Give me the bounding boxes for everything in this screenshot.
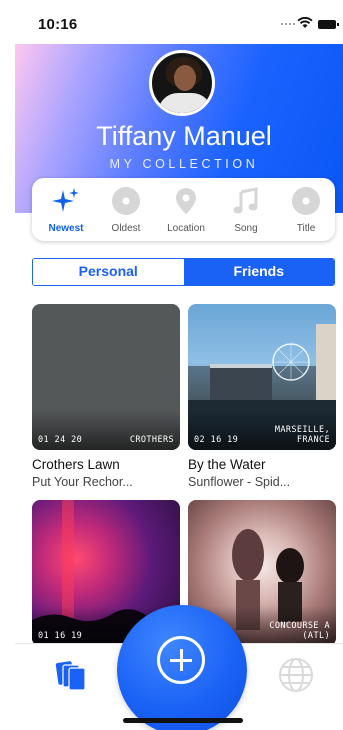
card-date: 02 16 19: [194, 435, 239, 445]
memory-card[interactable]: 02 16 19 MARSEILLE, FRANCE: [188, 304, 336, 450]
music-note-icon: [233, 187, 258, 214]
card-title: Crothers Lawn: [32, 457, 120, 472]
card-title: By the Water: [188, 457, 266, 472]
collection-segmented-control: Personal Friends: [32, 258, 335, 286]
globe-icon[interactable]: [277, 656, 315, 694]
disc-icon: [112, 187, 140, 215]
memory-card[interactable]: 01 24 20 CROTHERS: [32, 304, 180, 450]
sort-title[interactable]: Title: [276, 178, 336, 241]
card-date: 01 24 20: [38, 435, 83, 445]
card-location: MARSEILLE, FRANCE: [274, 425, 330, 445]
app-screen: 10:16 Tiffany Manuel MY COLLECTION Newes…: [15, 0, 343, 730]
signal-icon: [281, 23, 295, 27]
battery-icon: [318, 20, 339, 29]
segment-friends[interactable]: Friends: [183, 259, 334, 285]
sort-oldest[interactable]: Oldest: [96, 178, 156, 241]
plus-icon: [157, 636, 205, 684]
stacked-cards-icon[interactable]: [55, 660, 89, 692]
sort-location[interactable]: Location: [156, 178, 216, 241]
segment-personal[interactable]: Personal: [33, 259, 184, 285]
sparkles-icon: [52, 188, 79, 212]
sort-oldest-label: Oldest: [111, 223, 141, 234]
avatar[interactable]: [149, 50, 215, 116]
profile-subtitle: MY COLLECTION: [109, 157, 259, 171]
sort-song-label: Song: [234, 223, 258, 234]
sort-newest-label: Newest: [48, 223, 84, 234]
card-location: CONCOURSE A (ATL): [269, 621, 330, 641]
home-indicator: [123, 718, 243, 723]
location-pin-icon: [176, 188, 196, 214]
card-song: Sunflower - Spid...: [188, 475, 291, 489]
sort-song[interactable]: Song: [216, 178, 276, 241]
card-location: CROTHERS: [129, 435, 174, 445]
status-bar: 10:16: [15, 0, 343, 44]
status-time: 10:16: [38, 16, 78, 33]
wifi-icon: [297, 17, 313, 28]
add-memory-button[interactable]: [117, 605, 247, 730]
sort-title-label: Title: [296, 223, 316, 234]
sort-newest[interactable]: Newest: [36, 178, 96, 241]
sort-bar: Newest Oldest Location Song Title: [32, 178, 335, 241]
card-song: Put Your Rechor...: [32, 475, 133, 489]
profile-name: Tiffany Manuel: [96, 121, 272, 151]
sort-location-label: Location: [167, 223, 205, 234]
card-date: 01 16 19: [38, 631, 83, 641]
disc-icon: [292, 187, 320, 215]
